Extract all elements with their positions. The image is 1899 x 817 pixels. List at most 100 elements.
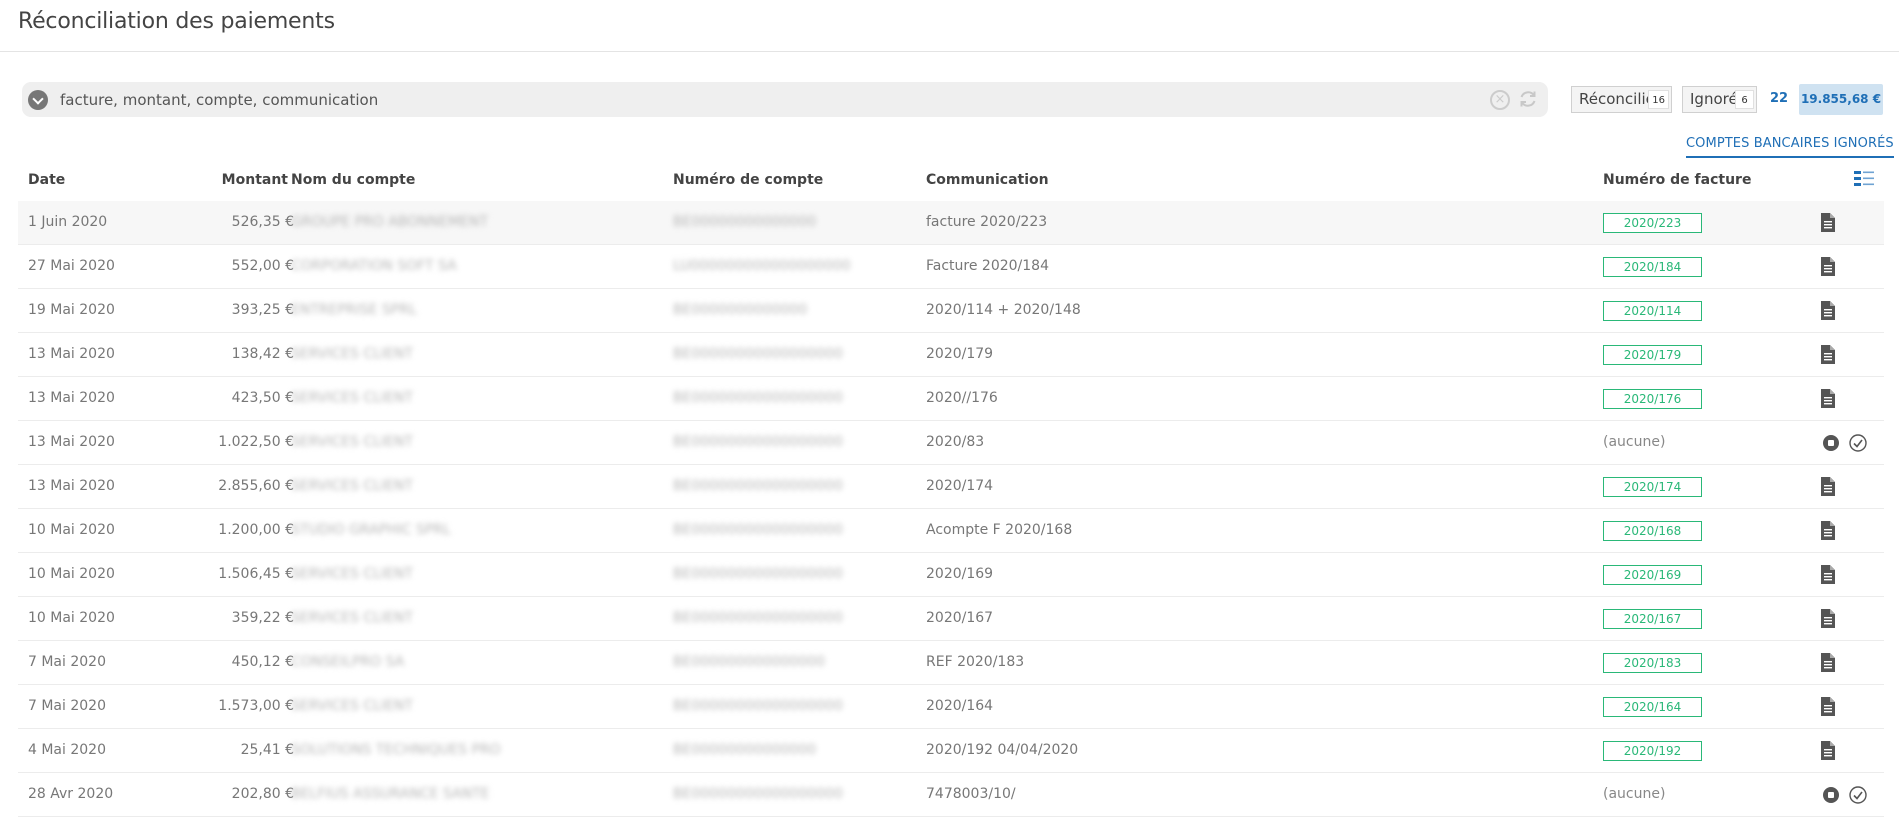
document-icon[interactable] bbox=[1820, 697, 1836, 716]
filter-reconciled-count: 16 bbox=[1648, 90, 1669, 109]
invoice-badge[interactable]: 2020/169 bbox=[1603, 565, 1702, 585]
table-row[interactable]: 27 Mai 2020 552,00 € CORPORATION SOFT SA LU… bbox=[18, 245, 1884, 289]
row-account-name: SERVICES CLIENT bbox=[291, 610, 413, 626]
page-title: Réconciliation des paiements bbox=[18, 9, 335, 34]
table-row[interactable]: 13 Mai 2020 423,50 € SERVICES CLIENT BE0000… bbox=[18, 377, 1884, 421]
invoice-badge[interactable]: 2020/179 bbox=[1603, 345, 1702, 365]
total-amount-badge[interactable]: 19.855,68 € bbox=[1799, 84, 1883, 115]
search-input[interactable] bbox=[60, 82, 1500, 117]
row-date: 10 Mai 2020 bbox=[28, 522, 115, 538]
row-date: 13 Mai 2020 bbox=[28, 346, 115, 362]
document-icon[interactable] bbox=[1820, 565, 1836, 584]
row-account-number: BE00000000000000000 bbox=[673, 434, 843, 450]
invoice-badge[interactable]: 2020/183 bbox=[1603, 653, 1702, 673]
column-header-amount[interactable]: Montant bbox=[222, 172, 288, 188]
document-icon[interactable] bbox=[1820, 389, 1836, 408]
total-count[interactable]: 22 bbox=[1770, 91, 1788, 106]
column-header-account-number[interactable]: Numéro de compte bbox=[673, 172, 823, 188]
document-icon[interactable] bbox=[1820, 257, 1836, 276]
invoice-badge[interactable]: 2020/223 bbox=[1603, 213, 1702, 233]
table-row[interactable]: 7 Mai 2020 450,12 € CONSEILPRO SA BE0000000… bbox=[18, 641, 1884, 685]
row-amount: 138,42 € bbox=[231, 346, 294, 362]
stop-icon[interactable] bbox=[1823, 435, 1839, 451]
row-amount: 2.855,60 € bbox=[218, 478, 294, 494]
invoice-badge[interactable]: 2020/114 bbox=[1603, 301, 1702, 321]
table-row[interactable]: 7 Mai 2020 1.573,00 € SERVICES CLIENT BE000… bbox=[18, 685, 1884, 729]
invoice-badge[interactable]: 2020/192 bbox=[1603, 741, 1702, 761]
row-amount: 359,22 € bbox=[231, 610, 294, 626]
row-date: 7 Mai 2020 bbox=[28, 698, 106, 714]
document-icon[interactable] bbox=[1820, 477, 1836, 496]
table-row[interactable]: 13 Mai 2020 1.022,50 € SERVICES CLIENT BE00… bbox=[18, 421, 1884, 465]
row-date: 13 Mai 2020 bbox=[28, 478, 115, 494]
document-icon[interactable] bbox=[1820, 741, 1836, 760]
check-icon[interactable] bbox=[1849, 434, 1867, 452]
table-row[interactable]: 1 Juin 2020 526,35 € GROUPE PRO ABONNEMENT… bbox=[18, 201, 1884, 245]
refresh-icon[interactable] bbox=[1518, 89, 1538, 109]
ignored-bank-accounts-link[interactable]: COMPTES BANCAIRES IGNORÉS bbox=[1686, 136, 1894, 158]
row-date: 7 Mai 2020 bbox=[28, 654, 106, 670]
row-amount: 393,25 € bbox=[231, 302, 294, 318]
row-account-number: BE00000000000000 bbox=[673, 742, 817, 758]
filter-ignored-button[interactable]: Ignoré 6 bbox=[1682, 86, 1757, 113]
chevron-down-icon[interactable] bbox=[28, 90, 48, 110]
check-icon[interactable] bbox=[1849, 786, 1867, 804]
row-account-name: SERVICES CLIENT bbox=[291, 566, 413, 582]
document-icon[interactable] bbox=[1820, 521, 1836, 540]
columns-settings-icon[interactable] bbox=[1854, 170, 1874, 188]
table-row[interactable]: 28 Avr 2020 202,80 € BELFIUS ASSURANCE SAN… bbox=[18, 773, 1884, 817]
row-account-number: BE00000000000000000 bbox=[673, 522, 843, 538]
table-row[interactable]: 10 Mai 2020 1.506,45 € SERVICES CLIENT BE00… bbox=[18, 553, 1884, 597]
invoice-badge[interactable]: 2020/184 bbox=[1603, 257, 1702, 277]
row-account-name: GROUPE PRO ABONNEMENT bbox=[291, 214, 488, 230]
row-amount: 423,50 € bbox=[231, 390, 294, 406]
row-account-name: SERVICES CLIENT bbox=[291, 390, 413, 406]
document-icon[interactable] bbox=[1820, 301, 1836, 320]
column-header-date[interactable]: Date bbox=[28, 172, 65, 188]
filter-ignored-count: 6 bbox=[1735, 90, 1754, 109]
table-row[interactable]: 10 Mai 2020 359,22 € SERVICES CLIENT BE0000… bbox=[18, 597, 1884, 641]
row-communication: 2020/169 bbox=[926, 566, 994, 582]
row-communication: 2020/83 bbox=[926, 434, 985, 450]
row-communication: 2020/164 bbox=[926, 698, 994, 714]
table-row[interactable]: 4 Mai 2020 25,41 € SOLUTIONS TECHNIQUES PR… bbox=[18, 729, 1884, 773]
table-row[interactable]: 13 Mai 2020 138,42 € SERVICES CLIENT BE0000… bbox=[18, 333, 1884, 377]
column-header-account-name[interactable]: Nom du compte bbox=[291, 172, 415, 188]
row-amount: 552,00 € bbox=[231, 258, 294, 274]
invoice-badge[interactable]: 2020/174 bbox=[1603, 477, 1702, 497]
stop-icon[interactable] bbox=[1823, 787, 1839, 803]
table-row[interactable]: 13 Mai 2020 2.855,60 € SERVICES CLIENT BE00… bbox=[18, 465, 1884, 509]
invoice-badge[interactable]: 2020/164 bbox=[1603, 697, 1702, 717]
row-communication: 2020/167 bbox=[926, 610, 994, 626]
document-icon[interactable] bbox=[1820, 345, 1836, 364]
row-account-number: BE0000000000000 bbox=[673, 302, 808, 318]
column-header-invoice-number[interactable]: Numéro de facture bbox=[1603, 172, 1751, 188]
table-row[interactable]: 10 Mai 2020 1.200,00 € STUDIO GRAPHIC SPRL… bbox=[18, 509, 1884, 553]
filter-reconciled-button[interactable]: Réconcilié 16 bbox=[1571, 86, 1672, 113]
row-communication: facture 2020/223 bbox=[926, 214, 1048, 230]
row-account-name: STUDIO GRAPHIC SPRL bbox=[291, 522, 451, 538]
row-amount: 1.573,00 € bbox=[218, 698, 294, 714]
row-date: 13 Mai 2020 bbox=[28, 390, 115, 406]
row-account-number: BE00000000000000 bbox=[673, 214, 817, 230]
invoice-badge[interactable]: 2020/176 bbox=[1603, 389, 1702, 409]
invoice-badge[interactable]: 2020/168 bbox=[1603, 521, 1702, 541]
row-date: 4 Mai 2020 bbox=[28, 742, 106, 758]
row-communication: 2020//176 bbox=[926, 390, 998, 406]
row-account-name: CORPORATION SOFT SA bbox=[291, 258, 457, 274]
document-icon[interactable] bbox=[1820, 609, 1836, 628]
row-account-number: BE00000000000000000 bbox=[673, 478, 843, 494]
document-icon[interactable] bbox=[1820, 653, 1836, 672]
row-account-name: SERVICES CLIENT bbox=[291, 698, 413, 714]
table-row[interactable]: 19 Mai 2020 393,25 € ENTREPRISE SPRL BE0000… bbox=[18, 289, 1884, 333]
row-account-number: BE00000000000000000 bbox=[673, 566, 843, 582]
invoice-badge[interactable]: 2020/167 bbox=[1603, 609, 1702, 629]
row-date: 10 Mai 2020 bbox=[28, 610, 115, 626]
row-amount: 1.506,45 € bbox=[218, 566, 294, 582]
document-icon[interactable] bbox=[1820, 213, 1836, 232]
invoice-none: (aucune) bbox=[1603, 786, 1666, 802]
clear-icon[interactable]: × bbox=[1490, 90, 1510, 110]
row-account-name: SERVICES CLIENT bbox=[291, 478, 413, 494]
row-account-number: BE00000000000000000 bbox=[673, 698, 843, 714]
column-header-communication[interactable]: Communication bbox=[926, 172, 1049, 188]
